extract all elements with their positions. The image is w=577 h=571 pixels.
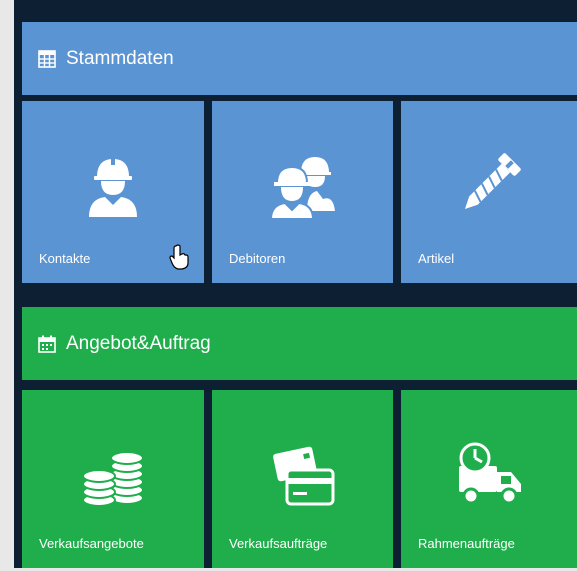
delivery-truck-clock-icon <box>453 438 525 510</box>
hand-cursor-icon <box>168 244 190 270</box>
tile-rahmenauftraege[interactable]: Rahmenaufträge <box>401 390 577 568</box>
tile-debitoren[interactable]: Debitoren <box>212 101 393 283</box>
section-title: Angebot&Auftrag <box>66 332 211 354</box>
table-grid-icon <box>38 49 56 68</box>
tile-artikel[interactable]: Artikel <box>401 101 577 283</box>
tile-verkaufsangebote[interactable]: Verkaufsangebote <box>22 390 204 568</box>
tile-label: Kontakte <box>39 251 91 266</box>
tile-label: Artikel <box>418 251 455 266</box>
screw-icon <box>453 149 525 221</box>
tile-label: Verkaufsaufträge <box>229 536 328 551</box>
credit-card-icon <box>267 438 339 510</box>
coins-stack-icon <box>77 438 149 510</box>
tile-label: Debitoren <box>229 251 286 266</box>
section-header-angebot-auftrag: Angebot&Auftrag <box>22 307 577 380</box>
calendar-icon <box>38 335 56 353</box>
tile-verkaufsauftraege[interactable]: Verkaufsaufträge <box>212 390 393 568</box>
tile-label: Rahmenaufträge <box>418 536 515 551</box>
window-frame-left <box>0 0 14 571</box>
worker-helmet-icon <box>77 149 149 221</box>
tile-label: Verkaufsangebote <box>39 536 144 551</box>
section-title: Stammdaten <box>66 47 174 69</box>
worker-group-icon <box>267 149 339 221</box>
section-header-stammdaten: Stammdaten <box>22 22 577 95</box>
